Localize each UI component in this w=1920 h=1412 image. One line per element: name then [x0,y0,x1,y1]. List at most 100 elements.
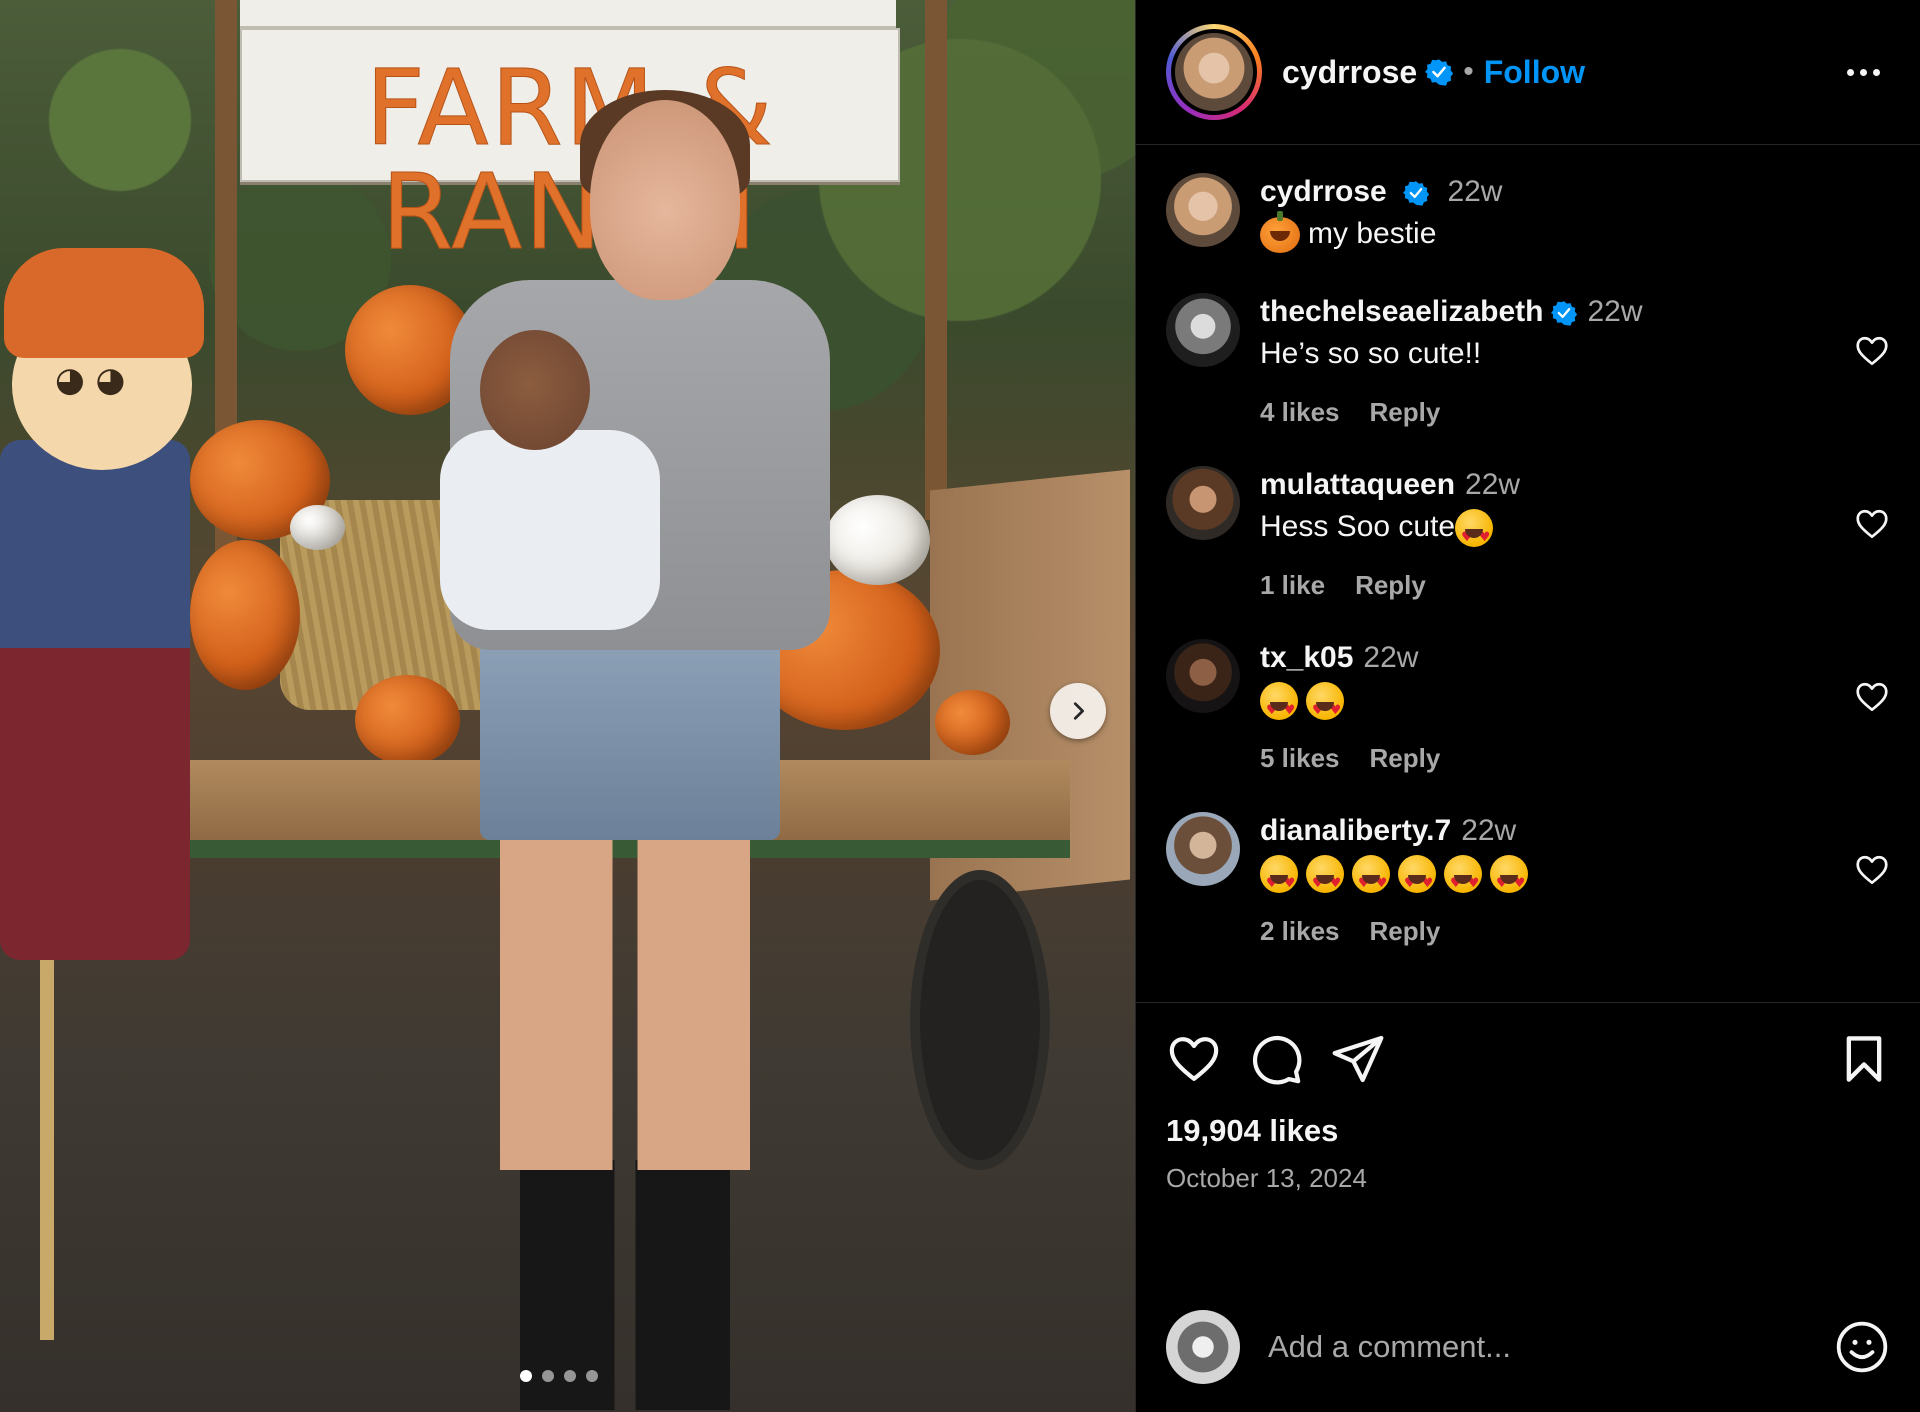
comment-time[interactable]: 22w [1363,641,1418,674]
comment-like-heart-icon[interactable] [1854,506,1890,547]
comment-avatar[interactable] [1166,639,1240,713]
person [420,90,840,1410]
caption: cydrrose 22w my bestie [1166,173,1890,255]
comment-like-heart-icon[interactable] [1854,852,1890,893]
comment-meta: 4 likes Reply [1260,397,1890,428]
like-heart-icon[interactable] [1166,1031,1222,1087]
scarecrow-body [0,440,190,960]
comment-like-heart-icon[interactable] [1854,679,1890,720]
comment-meta: 1 like Reply [1260,570,1890,601]
comment-text-row: Hess Soo cute ♥♥ [1260,506,1890,548]
comments-list[interactable]: cydrrose 22w my bestie thechelseaelizabe… [1136,145,1920,1002]
heart-eyes-emoji-icon: ♥♥ [1352,855,1390,894]
post-actions: 19,904 likes October 13, 2024 [1136,1002,1920,1242]
heart-eyes-emoji-icon: ♥♥ [1398,855,1436,894]
scarecrow-face: ◕ ◕ [55,360,126,400]
pumpkin [935,690,1010,755]
comment-text: He’s so so cute!! [1260,337,1482,370]
post-date[interactable]: October 13, 2024 [1166,1163,1890,1194]
heart-eyes-emoji-icon: ♥♥ [1444,855,1482,894]
action-row [1166,1023,1890,1095]
comment-time[interactable]: 22w [1465,468,1520,501]
post-container: FARM & RANCH ◕ ◕ cydrrose • Follow cydrr… [0,0,1920,1412]
emoji-icon[interactable] [1834,1319,1890,1375]
post-side-panel: cydrrose • Follow cydrrose 22w my bestie… [1135,0,1920,1412]
comment-likes[interactable]: 2 likes [1260,916,1340,947]
comment-username[interactable]: thechelseaelizabeth [1260,295,1543,328]
comment-like-heart-icon[interactable] [1854,333,1890,374]
scarecrow-hat [4,248,204,358]
photo-sign-top [240,0,896,28]
comment-avatar[interactable] [1166,812,1240,886]
heart-eyes-emoji-icon: ♥♥ [1306,855,1344,894]
person-head [590,100,740,300]
comment-time[interactable]: 22w [1587,295,1642,328]
comment-username[interactable]: tx_k05 [1260,641,1353,674]
comment-reply-button[interactable]: Reply [1370,743,1441,774]
comment: mulattaqueen 22w Hess Soo cute ♥♥ 1 like Repl… [1166,466,1890,601]
comment-text-row: ♥♥ ♥♥ [1260,679,1890,721]
author-avatar[interactable] [1171,29,1257,115]
verified-badge-icon [1551,300,1578,326]
heart-eyes-emoji-icon: ♥♥ [1455,509,1494,548]
heart-eyes-emoji-icon: ♥♥ [1306,682,1344,721]
add-comment-bar [1136,1282,1920,1412]
comment: dianaliberty.7 22w ♥♥ ♥♥ ♥♥ ♥♥ ♥♥ ♥♥ 2 likes Repl… [1166,812,1890,947]
comment-username[interactable]: mulattaqueen [1260,468,1455,501]
comment-icon[interactable] [1248,1031,1304,1087]
comment-reply-button[interactable]: Reply [1370,397,1441,428]
comment-reply-button[interactable]: Reply [1370,916,1441,947]
person-legs [500,830,750,1170]
comment-thread: thechelseaelizabeth 22w He’s so so cute!! 4… [1166,293,1890,947]
white-pumpkin [825,495,930,585]
baby-body [440,430,660,630]
author-username[interactable]: cydrrose [1282,54,1417,91]
follow-button[interactable]: Follow [1484,54,1585,91]
comment-likes[interactable]: 1 like [1260,570,1325,601]
verified-badge-icon [1403,180,1430,206]
carousel-dot [586,1370,598,1382]
photo-post-beam [925,0,947,520]
caption-avatar[interactable] [1166,173,1240,247]
caption-username[interactable]: cydrrose [1260,175,1387,208]
heart-eyes-emoji-icon: ♥♥ [1490,855,1528,894]
likes-count[interactable]: 19,904 likes [1166,1113,1890,1149]
comment-meta: 5 likes Reply [1260,743,1890,774]
comment-likes[interactable]: 5 likes [1260,743,1340,774]
header-user: cydrrose • Follow [1282,54,1837,91]
add-comment-input[interactable] [1266,1328,1834,1366]
chevron-right-icon [1073,702,1084,720]
comment-avatar[interactable] [1166,293,1240,367]
scarecrow: ◕ ◕ [0,240,220,1340]
caption-time[interactable]: 22w [1447,175,1502,208]
share-icon[interactable] [1330,1031,1386,1087]
comment: thechelseaelizabeth 22w He’s so so cute!! 4… [1166,293,1890,428]
comment-likes[interactable]: 4 likes [1260,397,1340,428]
heart-eyes-emoji-icon: ♥♥ [1260,855,1298,894]
baby-head [480,330,590,450]
caption-text: my bestie [1308,217,1437,250]
author-story-ring[interactable] [1166,24,1262,120]
carousel-dot [520,1370,532,1382]
post-photo[interactable]: FARM & RANCH ◕ ◕ [0,0,1135,1412]
comment-text-row: He’s so so cute!! [1260,333,1890,375]
caption-text-row: my bestie [1260,211,1890,255]
comment-username[interactable]: dianaliberty.7 [1260,814,1451,847]
person-shorts [480,630,780,840]
wagon-wheel [910,870,1050,1170]
comment-text-row: ♥♥ ♥♥ ♥♥ ♥♥ ♥♥ ♥♥ [1260,852,1890,894]
comment-text: Hess Soo cute [1260,510,1456,543]
bookmark-icon[interactable] [1838,1033,1890,1085]
verified-badge-icon [1425,58,1454,86]
jack-o-lantern-emoji-icon [1260,211,1300,254]
white-pumpkin [290,505,345,550]
carousel-dots [520,1370,598,1382]
post-header: cydrrose • Follow [1136,0,1920,145]
comment-reply-button[interactable]: Reply [1355,570,1426,601]
comment-time[interactable]: 22w [1461,814,1516,847]
comment-avatar[interactable] [1166,466,1240,540]
comment: tx_k05 22w ♥♥ ♥♥ 5 likes Reply [1166,639,1890,774]
carousel-dot [542,1370,554,1382]
next-photo-button[interactable] [1050,683,1106,739]
more-options-icon[interactable] [1837,59,1890,86]
